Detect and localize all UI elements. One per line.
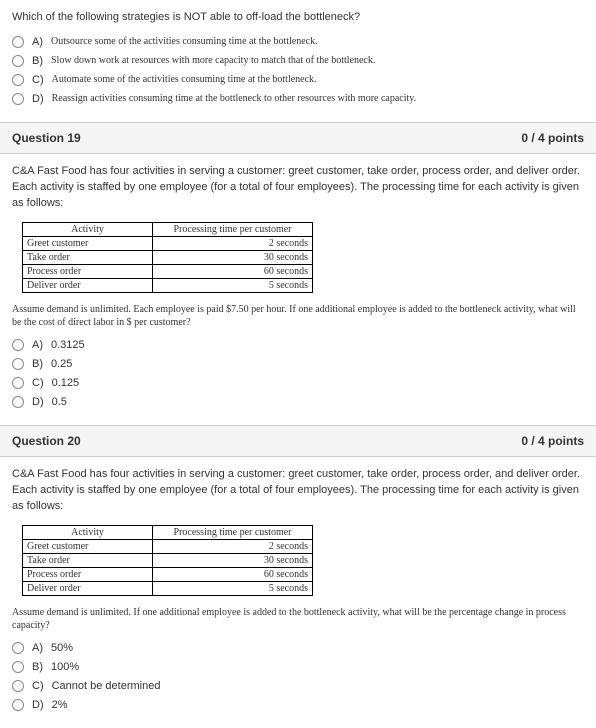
- radio-icon[interactable]: [12, 36, 24, 48]
- option-text: 0.3125: [51, 339, 85, 351]
- table-row: Take order30 seconds: [23, 553, 313, 567]
- radio-icon[interactable]: [12, 661, 24, 673]
- option-text: 100%: [51, 661, 79, 673]
- question-19-header: Question 19 0 / 4 points: [0, 122, 596, 154]
- question-points: 0 / 4 points: [521, 131, 584, 145]
- question-stem: C&A Fast Food has four activities in ser…: [12, 467, 584, 515]
- option-text: 0.125: [52, 377, 80, 389]
- option-a[interactable]: A)50%: [12, 642, 584, 654]
- option-text: Slow down work at resources with more ca…: [51, 55, 375, 66]
- option-b[interactable]: B) Slow down work at resources with more…: [12, 55, 584, 67]
- option-text: 2%: [52, 699, 68, 711]
- activity-table: Activity Processing time per customer Gr…: [22, 222, 313, 293]
- option-c[interactable]: C)0.125: [12, 377, 584, 389]
- radio-icon[interactable]: [12, 74, 24, 86]
- radio-icon[interactable]: [12, 377, 24, 389]
- option-c[interactable]: C) Automate some of the activities consu…: [12, 74, 584, 86]
- radio-icon[interactable]: [12, 93, 24, 105]
- option-text: Automate some of the activities consumin…: [52, 74, 317, 85]
- question-20-header: Question 20 0 / 4 points: [0, 425, 596, 457]
- radio-icon[interactable]: [12, 339, 24, 351]
- radio-icon[interactable]: [12, 55, 24, 67]
- option-text: Outsource some of the activities consumi…: [51, 36, 318, 47]
- table-header: Processing time per customer: [153, 525, 313, 539]
- table-row: Deliver order5 seconds: [23, 278, 313, 292]
- option-text: 0.25: [51, 358, 72, 370]
- option-a[interactable]: A) Outsource some of the activities cons…: [12, 36, 584, 48]
- option-c[interactable]: C)Cannot be determined: [12, 680, 584, 692]
- table-header: Activity: [23, 525, 153, 539]
- option-text: Reassign activities consuming time at th…: [52, 93, 417, 104]
- table-row: Take order30 seconds: [23, 250, 313, 264]
- question-note: Assume demand is unlimited. Each employe…: [12, 303, 584, 329]
- question-stem: Which of the following strategies is NOT…: [12, 10, 584, 26]
- option-b[interactable]: B)100%: [12, 661, 584, 673]
- option-letter: C): [32, 74, 44, 86]
- option-text: Cannot be determined: [52, 680, 161, 692]
- option-a[interactable]: A)0.3125: [12, 339, 584, 351]
- radio-icon[interactable]: [12, 680, 24, 692]
- option-b[interactable]: B)0.25: [12, 358, 584, 370]
- option-text: 0.5: [52, 396, 67, 408]
- question-20-body: C&A Fast Food has four activities in ser…: [0, 457, 596, 728]
- radio-icon[interactable]: [12, 699, 24, 711]
- table-row: Deliver order5 seconds: [23, 581, 313, 595]
- question-stem: C&A Fast Food has four activities in ser…: [12, 164, 584, 212]
- question-title: Question 20: [12, 434, 81, 448]
- question-19-body: C&A Fast Food has four activities in ser…: [0, 154, 596, 425]
- option-letter: A): [32, 36, 43, 48]
- table-row: Greet customer2 seconds: [23, 236, 313, 250]
- radio-icon[interactable]: [12, 396, 24, 408]
- table-header: Activity: [23, 222, 153, 236]
- radio-icon[interactable]: [12, 358, 24, 370]
- table-row: Process order60 seconds: [23, 567, 313, 581]
- radio-icon[interactable]: [12, 642, 24, 654]
- option-d[interactable]: D) Reassign activities consuming time at…: [12, 93, 584, 105]
- option-d[interactable]: D)0.5: [12, 396, 584, 408]
- option-letter: D): [32, 93, 44, 105]
- table-row: Process order60 seconds: [23, 264, 313, 278]
- question-18-body: Which of the following strategies is NOT…: [0, 0, 596, 122]
- table-row: Greet customer2 seconds: [23, 539, 313, 553]
- activity-table: Activity Processing time per customer Gr…: [22, 525, 313, 596]
- option-d[interactable]: D)2%: [12, 699, 584, 711]
- option-letter: B): [32, 55, 43, 67]
- option-text: 50%: [51, 642, 73, 654]
- question-note: Assume demand is unlimited. If one addit…: [12, 606, 584, 632]
- table-header: Processing time per customer: [153, 222, 313, 236]
- question-title: Question 19: [12, 131, 81, 145]
- question-points: 0 / 4 points: [521, 434, 584, 448]
